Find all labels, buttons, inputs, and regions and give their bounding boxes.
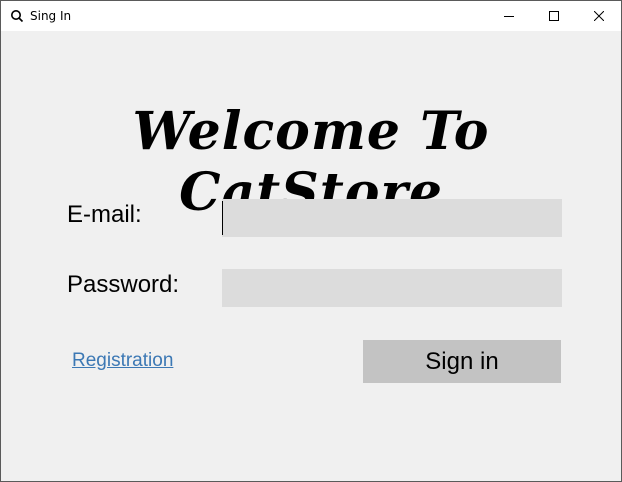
window-title: Sing In bbox=[30, 9, 72, 23]
magnifier-icon bbox=[10, 9, 24, 23]
maximize-icon bbox=[549, 11, 559, 21]
signin-window: Sing In Welcome To CatStore E-mail: Pass… bbox=[0, 0, 622, 482]
text-caret bbox=[222, 201, 223, 235]
close-button[interactable] bbox=[576, 1, 622, 31]
minimize-icon bbox=[504, 16, 514, 17]
email-field[interactable] bbox=[222, 199, 562, 237]
email-label: E-mail: bbox=[67, 201, 142, 228]
title-bar[interactable]: Sing In bbox=[1, 1, 621, 31]
registration-link[interactable]: Registration bbox=[72, 350, 173, 372]
maximize-button[interactable] bbox=[531, 1, 577, 31]
sign-in-button[interactable]: Sign in bbox=[363, 340, 561, 383]
password-label: Password: bbox=[67, 271, 180, 298]
close-icon bbox=[594, 11, 604, 21]
password-field[interactable] bbox=[222, 269, 562, 307]
minimize-button[interactable] bbox=[486, 1, 532, 31]
